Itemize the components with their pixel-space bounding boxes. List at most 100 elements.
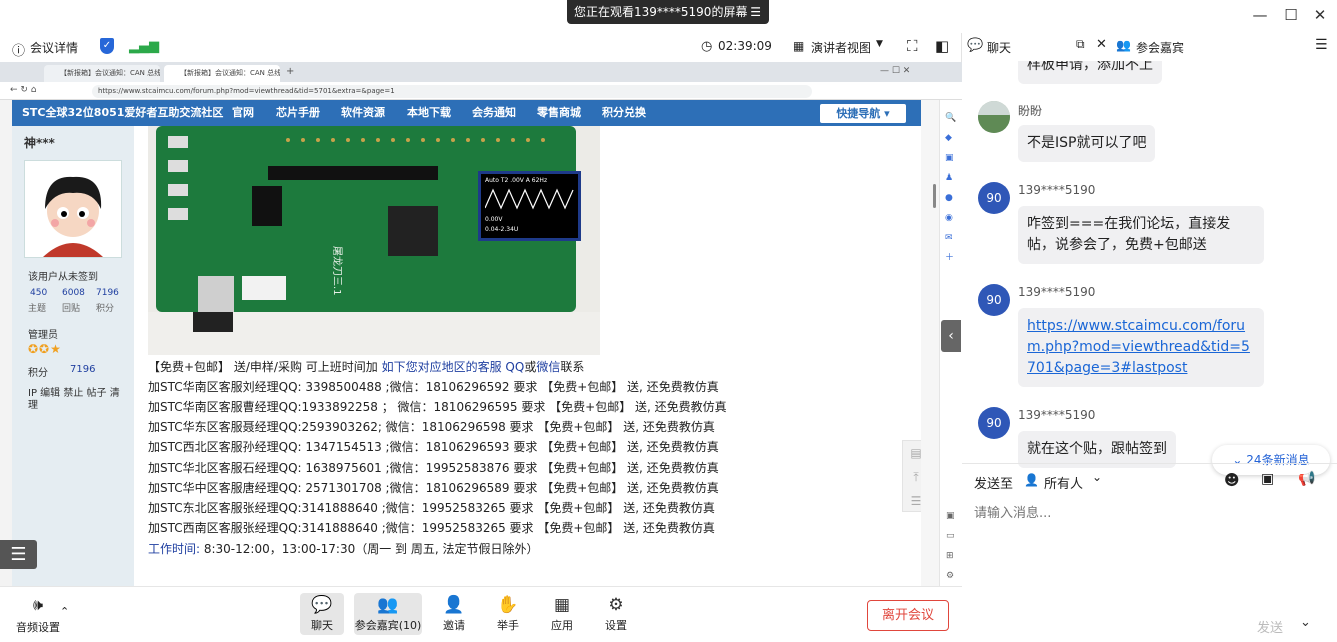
clock-icon: ◷ xyxy=(701,39,713,54)
popout-icon[interactable]: ⧉ xyxy=(1076,37,1085,52)
meeting-timer: 02:39:09 xyxy=(718,39,772,53)
user-role: 管理员 xyxy=(28,330,58,341)
recipient-dropdown[interactable]: 所有人 xyxy=(1044,473,1083,492)
fullscreen-icon[interactable]: ⛶ xyxy=(907,37,918,55)
points-label: 积分 xyxy=(28,368,48,379)
chat-message-input[interactable] xyxy=(974,503,1314,523)
nav-item[interactable]: 零售商城 xyxy=(537,100,581,126)
meeting-toolbar: ⓘ 会议详情 ✓ ▂▄▆ ◷ 02:39:09 ▦ 演讲者视图 ▼ ⛶ ◧ xyxy=(0,33,962,61)
chat-message-list[interactable]: 样板申请，添加不上 盼盼 不是ISP就可以了吧 90 139****5190 咋… xyxy=(962,61,1337,491)
waveform-icon xyxy=(485,188,574,210)
invite-button-label: 邀请 xyxy=(443,619,465,632)
nav-item[interactable]: 积分兑换 xyxy=(602,100,646,126)
leave-meeting-button[interactable]: 离开会议 xyxy=(867,600,949,631)
avatar[interactable]: 90 xyxy=(978,407,1010,439)
minimize-icon[interactable]: — xyxy=(1250,6,1270,24)
raise-hand-button[interactable]: ✋ 举手 xyxy=(486,593,530,635)
chevron-down-icon[interactable]: ▼ xyxy=(876,39,883,49)
contact-line: 加STC华中区客服唐经理QQ: 2571301708 ;微信：181062965… xyxy=(148,481,719,495)
view-mode-dropdown[interactable]: 演讲者视图 xyxy=(811,39,871,56)
security-shield-icon[interactable]: ✓ xyxy=(100,38,114,54)
send-button[interactable]: 发送 xyxy=(1257,617,1283,636)
audio-settings-button[interactable]: 🕪 音频设置 xyxy=(14,595,62,635)
chat-bubble: 咋签到===在我们论坛，直接发帖，说参会了，免费+包邮送 xyxy=(1018,206,1264,264)
settings-button[interactable]: ⚙ 设置 xyxy=(594,593,638,635)
avatar[interactable]: 90 xyxy=(978,182,1010,214)
window-controls-icon[interactable]: — ☐ ✕ xyxy=(880,66,910,76)
nav-item[interactable]: 官网 xyxy=(232,100,254,126)
contact-line: 加STC西南区客服张经理QQ:3141888640 ;微信：1995258326… xyxy=(148,521,715,535)
browser-tab-strip: 【新报箱】会议通知：CAN 总线 【新报箱】会议通知：CAN 总线 + — ☐ … xyxy=(0,62,962,82)
menu-icon[interactable]: ☰ xyxy=(1315,37,1328,53)
apps-grid-icon: ▦ xyxy=(553,595,571,615)
chevron-up-icon[interactable]: ⌃ xyxy=(60,605,69,618)
nav-item[interactable]: 本地下载 xyxy=(407,100,451,126)
invite-button[interactable]: 👤 邀请 xyxy=(432,593,476,635)
close-icon[interactable]: ✕ xyxy=(1310,6,1330,24)
rank-star-icon: ✪✪★ xyxy=(28,342,62,356)
extension-icons[interactable]: 🔍 ◆ ▣ ♟ ● ◉ ✉ ＋ xyxy=(945,108,956,268)
rail-tool-icons[interactable]: ▣ ▭ ⊞ ⚙ xyxy=(946,506,955,586)
signin-status: 该用户从未签到 xyxy=(28,272,98,283)
apps-button[interactable]: ▦ 应用 xyxy=(540,593,584,635)
emoji-icon[interactable]: ☻ xyxy=(1224,471,1240,489)
browser-tab-active[interactable]: 【新报箱】会议通知：CAN 总线 xyxy=(164,65,280,82)
shared-screen: 【新报箱】会议通知：CAN 总线 【新报箱】会议通知：CAN 总线 + — ☐ … xyxy=(0,62,962,586)
chevron-down-icon[interactable]: ⌄ xyxy=(1300,615,1311,630)
apps-button-label: 应用 xyxy=(551,619,573,632)
chat-panel: 💬 聊天 ⧉ ✕ 👥 参会嘉宾 ☰ 样板申请，添加不上 盼盼 不是ISP就可以了… xyxy=(962,33,1337,642)
maximize-icon[interactable]: ☐ xyxy=(1281,6,1301,24)
participants-icon: 👥 xyxy=(377,595,399,615)
collapse-panel-icon[interactable]: ‹ xyxy=(941,320,961,352)
nav-item[interactable]: 软件资源 xyxy=(341,100,385,126)
hand-icon: ✋ xyxy=(497,595,519,615)
browser-tab[interactable]: 【新报箱】会议通知：CAN 总线 xyxy=(44,65,160,82)
oled-line: 0.04-2.34U xyxy=(485,226,519,233)
add-user-icon: 👤 xyxy=(443,595,465,615)
nav-item[interactable]: 会务通知 xyxy=(472,100,516,126)
avatar[interactable]: 90 xyxy=(978,284,1010,316)
page-scrollbar[interactable] xyxy=(921,100,939,586)
forum-page: STC全球32位8051爱好者互助交流社区 官网 芯片手册 软件资源 本地下载 … xyxy=(12,100,930,586)
url-field[interactable]: https://www.stcaimcu.com/forum.php?mod=v… xyxy=(92,85,812,98)
menu-icon[interactable]: ☰ xyxy=(750,0,761,24)
signal-icon[interactable]: ▂▄▆ xyxy=(129,39,159,54)
chat-button[interactable]: 💬 聊天 xyxy=(300,593,344,635)
chat-bubble: 不是ISP就可以了吧 xyxy=(1018,125,1156,162)
stat-value[interactable]: 6008 xyxy=(62,288,85,298)
meeting-info-button[interactable]: 会议详情 xyxy=(30,39,78,56)
sidebar-toggle-icon[interactable]: ◧ xyxy=(935,37,949,55)
points-value[interactable]: 7196 xyxy=(70,364,95,375)
tab-participants[interactable]: 参会嘉宾 xyxy=(1136,39,1184,56)
share-menu-icon[interactable]: ☰ xyxy=(0,540,37,569)
stat-value[interactable]: 450 xyxy=(30,288,47,298)
chat-bubble: 样板申请，添加不上 xyxy=(1018,61,1162,84)
announce-icon[interactable]: 📢 xyxy=(1298,471,1315,487)
folder-icon[interactable]: ▣ xyxy=(1261,471,1274,487)
intro-line: 【免费+包邮】 送/申样/采购 可上班时间加 如下您对应地区的客服 QQ或微信联… xyxy=(148,358,584,375)
qq-link[interactable]: 如下您对应地区的客服 QQ xyxy=(382,360,525,374)
participants-button[interactable]: 👥 参会嘉宾(10) xyxy=(354,593,422,635)
stat-label: 主题 xyxy=(28,304,47,314)
chat-link[interactable]: https://www.stcaimcu.com/forum.php?mod=v… xyxy=(1027,318,1250,376)
new-tab-icon[interactable]: + xyxy=(286,66,294,77)
browser-nav-icon[interactable]: ← ↻ ⌂ xyxy=(10,85,37,95)
info-icon[interactable]: ⓘ xyxy=(12,40,25,59)
tab-chat[interactable]: 聊天 xyxy=(987,39,1011,56)
contact-line: 加STC西北区客服孙经理QQ: 1347154513 ;微信：181062965… xyxy=(148,440,719,454)
avatar[interactable] xyxy=(978,101,1010,133)
nav-item[interactable]: 芯片手册 xyxy=(276,100,320,126)
chevron-down-icon[interactable]: ⌄ xyxy=(1092,470,1102,484)
stat-value[interactable]: 7196 xyxy=(96,288,119,298)
close-chat-icon[interactable]: ✕ xyxy=(1096,37,1107,52)
scroll-thumb[interactable] xyxy=(933,184,936,208)
contact-line: 加STC华东区客服聂经理QQ:2593903262; 微信：1810629659… xyxy=(148,420,715,434)
chat-button-label: 聊天 xyxy=(311,619,333,632)
username[interactable]: 神*** xyxy=(24,134,55,151)
wechat-link[interactable]: 微信 xyxy=(536,360,560,374)
site-logo[interactable]: STC全球32位8051爱好者互助交流社区 xyxy=(22,100,223,126)
quick-nav-button[interactable]: 快捷导航 ▾ xyxy=(820,104,906,123)
avatar[interactable] xyxy=(24,160,122,258)
audio-settings-label: 音频设置 xyxy=(16,621,60,634)
admin-actions[interactable]: IP 编辑 禁止 帖子 清理 xyxy=(28,388,120,412)
